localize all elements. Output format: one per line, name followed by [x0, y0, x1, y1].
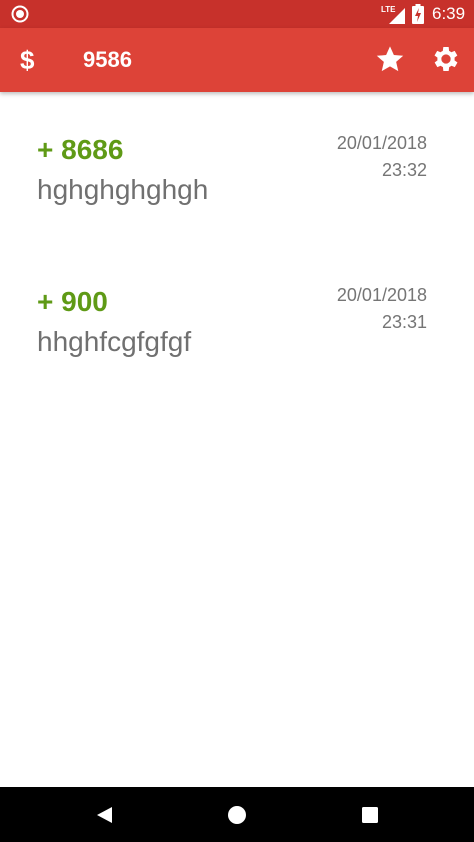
recents-icon[interactable] [361, 806, 379, 824]
svg-text:LTE: LTE [381, 5, 396, 14]
home-icon[interactable] [227, 805, 247, 825]
balance-title: 9586 [83, 47, 132, 72]
status-time: 6:39 [432, 4, 466, 23]
dollar-icon[interactable]: $ [20, 45, 34, 75]
back-icon[interactable] [94, 805, 114, 825]
transaction-card[interactable]: + 8686 hghghghghgh 20/01/2018 23:32 [37, 121, 437, 213]
transaction-date: 20/01/2018 [336, 133, 427, 153]
system-nav-bar [0, 787, 474, 842]
star-icon[interactable] [374, 43, 406, 75]
transaction-time: 23:31 [381, 312, 427, 332]
transaction-amount: + 900 [37, 286, 108, 317]
transaction-time: 23:32 [381, 160, 427, 180]
battery-charging-icon [412, 4, 424, 24]
status-bar: LTE 6:39 [0, 0, 474, 28]
gear-icon[interactable] [430, 43, 462, 75]
transaction-note: hghghghghgh [37, 174, 209, 205]
transaction-date: 20/01/2018 [336, 285, 427, 305]
transaction-note: hhghfcgfgfgf [37, 326, 192, 357]
lte-signal-icon: LTE [381, 5, 405, 24]
app-bar: $ 9586 [0, 28, 474, 92]
transaction-card[interactable]: + 900 hhghfcgfgfgf 20/01/2018 23:31 [37, 273, 437, 365]
transaction-amount: + 8686 [37, 134, 124, 165]
screen-record-icon [11, 5, 29, 23]
